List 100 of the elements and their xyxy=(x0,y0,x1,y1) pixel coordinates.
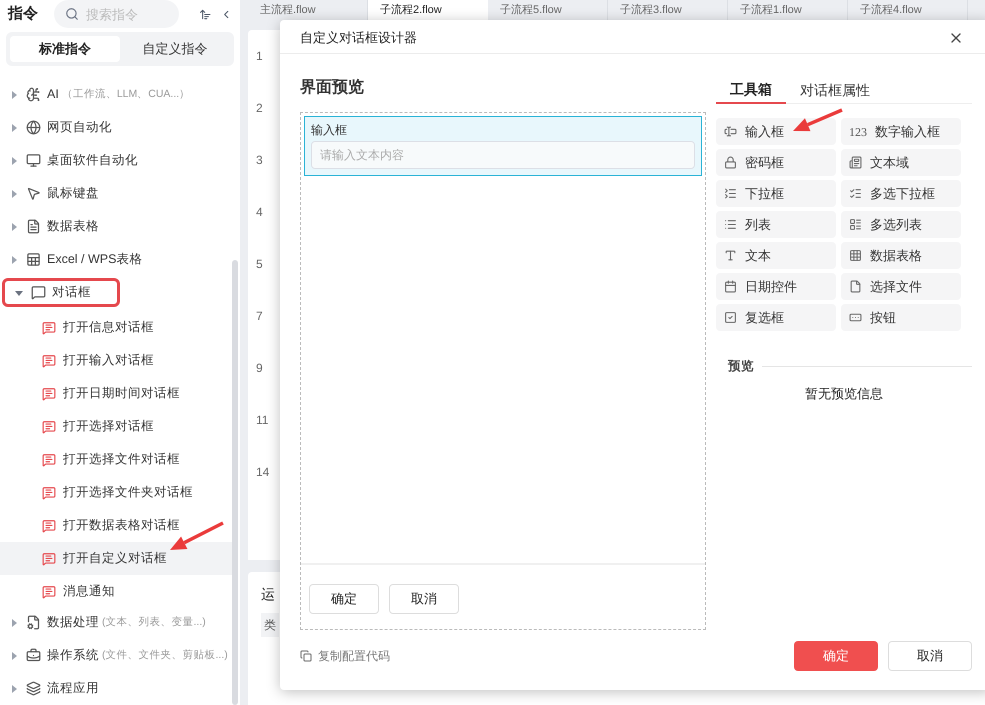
tree-child-item[interactable]: 打开数据表格对话框 xyxy=(0,509,232,542)
checkbox-icon xyxy=(724,311,737,324)
type-icon xyxy=(724,249,737,262)
text-input-field[interactable]: 请输入文本内容 xyxy=(311,141,695,169)
tool-item[interactable]: 输入框 xyxy=(716,118,836,145)
tree-item[interactable]: 流程应用 xyxy=(0,674,240,703)
tool-label: 密码框 xyxy=(745,154,784,172)
caret-icon[interactable] xyxy=(10,652,18,660)
dialog-icon xyxy=(42,518,56,532)
dialog-icon xyxy=(42,320,56,334)
list-icon xyxy=(724,187,737,200)
tool-label: 多选列表 xyxy=(870,216,922,234)
caret-icon[interactable] xyxy=(10,190,18,198)
briefcase-icon xyxy=(26,648,41,663)
tool-item[interactable]: 多选下拉框 xyxy=(841,180,961,207)
dialog-icon xyxy=(42,420,56,434)
caret-icon[interactable] xyxy=(15,288,23,296)
tree-child-item[interactable]: 打开选择文件对话框 xyxy=(0,443,232,476)
file-tab[interactable]: 子流程2.flow xyxy=(368,0,488,20)
tree-child-item[interactable]: 打开输入对话框 xyxy=(0,344,232,377)
tree-item[interactable]: AI （工作流、LLM、CUA...） xyxy=(0,80,240,109)
form-component[interactable]: 输入框 请输入文本内容 xyxy=(304,116,702,176)
newspaper-icon xyxy=(849,156,862,169)
globe-icon xyxy=(26,120,41,135)
line-number: 14 xyxy=(256,464,270,481)
tree-item-note: (文本、列表、变量...) xyxy=(102,614,206,630)
copy-icon[interactable] xyxy=(300,650,312,662)
tool-label: 选择文件 xyxy=(870,278,922,296)
tool-item[interactable]: 列表 xyxy=(716,211,836,238)
caret-icon[interactable] xyxy=(10,256,18,264)
tree-item[interactable]: 网页自动化 xyxy=(0,113,240,142)
caret-icon[interactable] xyxy=(10,90,18,98)
dialog-icon xyxy=(42,452,56,466)
tool-item[interactable]: 复选框 xyxy=(716,304,836,331)
segment-tab[interactable]: 标准指令 xyxy=(10,36,120,62)
segment-tab[interactable]: 自定义指令 xyxy=(120,36,230,62)
line-number: 2 xyxy=(256,100,264,117)
tree-item-label: 打开选择对话框 xyxy=(63,418,154,436)
field-label: 输入框 xyxy=(311,122,348,139)
tree-item[interactable]: Excel / WPS表格 xyxy=(0,245,240,274)
tree-item[interactable]: 数据处理 (文本、列表、变量...) xyxy=(0,608,240,637)
section-title: 界面预览 xyxy=(300,78,365,98)
tool-label: 列表 xyxy=(745,216,771,234)
line-number: 1 xyxy=(256,48,264,65)
tree-child-item[interactable]: 打开选择文件夹对话框 xyxy=(0,476,232,509)
pointer-icon xyxy=(26,186,41,201)
caret-icon[interactable] xyxy=(10,156,18,164)
tree-child-item[interactable]: 打开选择对话框 xyxy=(0,410,232,443)
tree-item-label: 桌面软件自动化 xyxy=(47,152,138,170)
scrollbar[interactable] xyxy=(232,260,238,705)
tool-label: 按钮 xyxy=(870,308,896,327)
tree-item[interactable]: 数据表格 xyxy=(0,212,240,241)
dialog-icon xyxy=(42,584,56,598)
copy-config-link[interactable]: 复制配置代码 xyxy=(318,647,390,665)
preview-button[interactable]: 取消 xyxy=(389,584,459,614)
sheet-icon xyxy=(26,252,41,267)
preview-button[interactable]: 确定 xyxy=(309,584,379,614)
tool-label: 输入框 xyxy=(745,122,784,141)
line-number: 4 xyxy=(256,204,264,221)
tree-child-item[interactable]: 打开信息对话框 xyxy=(0,311,232,344)
tool-label: 数据表格 xyxy=(870,246,922,265)
tool-item[interactable]: 选择文件 xyxy=(841,273,961,300)
tool-label: 日期控件 xyxy=(745,278,797,296)
file-icon xyxy=(849,280,862,293)
caret-icon[interactable] xyxy=(10,124,18,132)
search-field[interactable]: 搜索指令 xyxy=(54,0,179,28)
tree-item-label: 网页自动化 xyxy=(47,119,112,136)
tool-item[interactable]: 按钮 xyxy=(841,304,961,331)
tree-child-item[interactable]: 消息通知 xyxy=(0,575,232,608)
line-number: 11 xyxy=(256,412,270,429)
tree-item-label: 打开输入对话框 xyxy=(63,352,154,370)
sidebar-title: 指令 xyxy=(8,4,38,24)
tree-item[interactable]: 操作系统 (文件、文件夹、剪贴板...) xyxy=(0,641,240,670)
tool-item[interactable]: 多选列表 xyxy=(841,211,961,238)
tool-item[interactable]: 123 数字输入框 xyxy=(841,118,961,145)
dialog-button[interactable]: 确定 xyxy=(794,641,878,671)
tool-item[interactable]: 文本 xyxy=(716,242,836,269)
tree-item-label: Excel / WPS表格 xyxy=(47,251,142,268)
dialog-button[interactable]: 取消 xyxy=(888,641,972,671)
tool-item[interactable]: 数据表格 xyxy=(841,242,961,269)
tree-item-label: 对话框 xyxy=(52,284,91,302)
panel-tab[interactable]: 对话框属性 xyxy=(786,76,884,104)
tool-item[interactable]: 密码框 xyxy=(716,149,836,176)
tree-item[interactable]: 鼠标键盘 xyxy=(0,179,240,208)
calendar-icon xyxy=(724,280,737,293)
table-header-cell: 类 xyxy=(261,613,279,637)
brain-icon xyxy=(26,87,41,102)
panel-tab[interactable]: 工具箱 xyxy=(716,76,786,104)
tree-child-item[interactable]: 打开日期时间对话框 xyxy=(0,377,232,410)
ellipsis-box-icon xyxy=(849,311,862,324)
caret-icon[interactable] xyxy=(10,684,18,692)
tool-item[interactable]: 日期控件 xyxy=(716,273,836,300)
tree-item[interactable]: 桌面软件自动化 xyxy=(0,146,240,175)
tree-item[interactable]: 对话框 xyxy=(2,278,120,307)
tool-item[interactable]: 文本域 xyxy=(841,149,961,176)
tree-child-item[interactable]: 打开自定义对话框 xyxy=(0,542,232,575)
chat-bubble-icon xyxy=(31,285,46,300)
caret-icon[interactable] xyxy=(10,222,18,230)
caret-icon[interactable] xyxy=(10,618,18,626)
tool-item[interactable]: 下拉框 xyxy=(716,180,836,207)
